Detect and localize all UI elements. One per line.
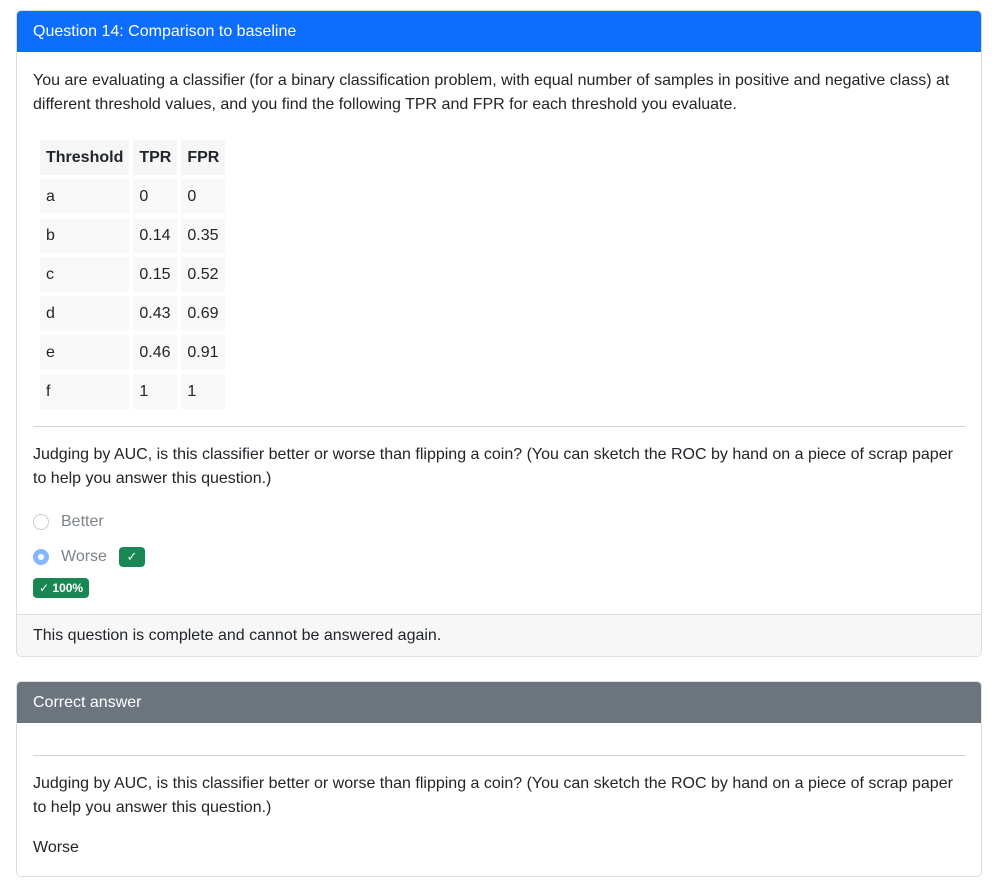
table-cell: b bbox=[40, 218, 130, 253]
table-cell: 0.91 bbox=[181, 335, 226, 370]
table-cell: 0.52 bbox=[181, 257, 226, 292]
completion-message: This question is complete and cannot be … bbox=[33, 626, 442, 644]
table-cell: f bbox=[40, 374, 130, 409]
table-cell: c bbox=[40, 257, 130, 292]
table-header-cell: Threshold bbox=[40, 140, 130, 175]
table-header-cell: TPR bbox=[133, 140, 178, 175]
correct-answer-value: Worse bbox=[33, 839, 79, 856]
table-row: d 0.43 0.69 bbox=[40, 296, 226, 331]
table-header-row: Threshold TPR FPR bbox=[40, 140, 226, 175]
table-header-cell: FPR bbox=[181, 140, 226, 175]
correct-answer-header: Correct answer bbox=[17, 682, 981, 723]
question-title: Question 14: Comparison to baseline bbox=[33, 22, 297, 40]
table-cell: 0 bbox=[133, 179, 178, 214]
table-cell: 0.43 bbox=[133, 296, 178, 331]
question-intro: You are evaluating a classifier (for a b… bbox=[33, 72, 950, 113]
table-cell: 0.14 bbox=[133, 218, 178, 253]
table-cell: a bbox=[40, 179, 130, 214]
divider bbox=[33, 426, 965, 427]
tpr-fpr-table: Threshold TPR FPR a 0 0 b 0.14 0.35 c 0.… bbox=[36, 136, 229, 413]
table-cell: e bbox=[40, 335, 130, 370]
table-row: a 0 0 bbox=[40, 179, 226, 214]
table-cell: 0 bbox=[181, 179, 226, 214]
table-row: e 0.46 0.91 bbox=[40, 335, 226, 370]
question-footer: This question is complete and cannot be … bbox=[17, 614, 981, 656]
option-label: Worse bbox=[61, 548, 107, 565]
check-icon: ✓ bbox=[118, 547, 145, 567]
option-worse[interactable]: Worse ✓ bbox=[33, 547, 145, 567]
question-body: You are evaluating a classifier (for a b… bbox=[17, 52, 981, 616]
option-label: Better bbox=[61, 513, 104, 530]
table-row: f 1 1 bbox=[40, 374, 226, 409]
table-row: c 0.15 0.52 bbox=[40, 257, 226, 292]
table-cell: 0.15 bbox=[133, 257, 178, 292]
correct-answer-title: Correct answer bbox=[33, 693, 142, 711]
correct-answer-prompt: Judging by AUC, is this classifier bette… bbox=[33, 775, 953, 816]
option-better[interactable]: Better bbox=[33, 513, 104, 531]
radio-button[interactable] bbox=[33, 514, 49, 530]
table-cell: 0.46 bbox=[133, 335, 178, 370]
correct-answer-card: Correct answer Judging by AUC, is this c… bbox=[16, 681, 982, 877]
table-cell: d bbox=[40, 296, 130, 331]
question-prompt: Judging by AUC, is this classifier bette… bbox=[33, 446, 953, 487]
question-header: Question 14: Comparison to baseline bbox=[17, 11, 981, 52]
table-cell: 1 bbox=[133, 374, 178, 409]
correct-answer-body: Judging by AUC, is this classifier bette… bbox=[17, 723, 981, 876]
table-row: b 0.14 0.35 bbox=[40, 218, 226, 253]
divider bbox=[33, 755, 965, 756]
score-badge: ✓ 100% bbox=[33, 578, 90, 598]
question-card: Question 14: Comparison to baseline You … bbox=[16, 10, 982, 657]
radio-button-selected[interactable] bbox=[33, 549, 49, 565]
table-cell: 0.69 bbox=[181, 296, 226, 331]
table-cell: 0.35 bbox=[181, 218, 226, 253]
table-cell: 1 bbox=[181, 374, 226, 409]
